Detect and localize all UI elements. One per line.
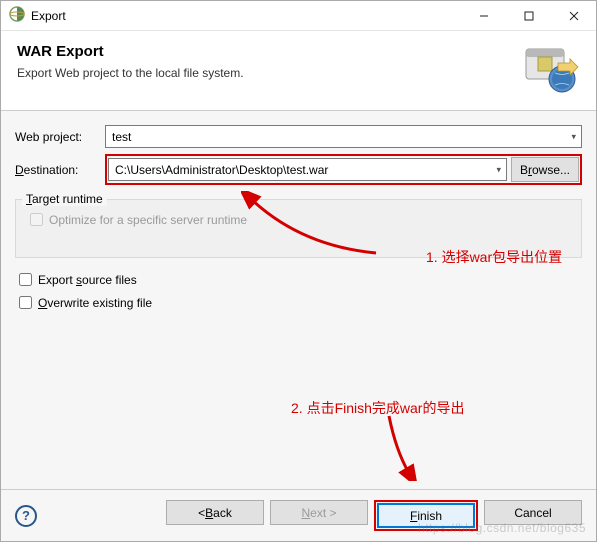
finish-highlight: Finish [374, 500, 478, 531]
optimize-runtime-label: Optimize for a specific server runtime [49, 213, 247, 227]
next-button: Next > [270, 500, 368, 525]
export-source-row[interactable]: Export source files [15, 270, 582, 289]
dialog-header: WAR Export Export Web project to the loc… [1, 31, 596, 111]
dialog-footer: ? < Back Next > Finish Cancel [1, 489, 596, 541]
target-runtime-title: Target runtime [22, 192, 107, 206]
web-project-label: Web project: [15, 130, 105, 144]
dialog-content: Web project: test ▾ Destination: C:\User… [1, 111, 596, 489]
export-source-label: Export source files [38, 273, 137, 287]
minimize-button[interactable] [461, 1, 506, 30]
destination-row: Destination: C:\Users\Administrator\Desk… [15, 154, 582, 185]
overwrite-checkbox[interactable] [19, 296, 32, 309]
overwrite-row[interactable]: Overwrite existing file [15, 293, 582, 312]
export-source-checkbox[interactable] [19, 273, 32, 286]
web-project-value: test [112, 130, 131, 144]
finish-button[interactable]: Finish [377, 503, 475, 528]
options-checks: Export source files Overwrite existing f… [15, 270, 582, 316]
eclipse-icon [9, 6, 25, 25]
cancel-button[interactable]: Cancel [484, 500, 582, 525]
optimize-runtime-row: Optimize for a specific server runtime [26, 210, 571, 229]
button-row: < Back Next > Finish Cancel [166, 500, 582, 531]
dialog-title: WAR Export [17, 43, 520, 60]
maximize-button[interactable] [506, 1, 551, 30]
help-icon[interactable]: ? [15, 505, 37, 527]
destination-value: C:\Users\Administrator\Desktop\test.war [115, 163, 328, 177]
export-dialog: Export WAR Export Export Web project to … [0, 0, 597, 542]
browse-button[interactable]: Browse... [511, 157, 579, 182]
dialog-subtitle: Export Web project to the local file sys… [17, 66, 520, 80]
window-title: Export [31, 9, 66, 23]
web-project-row: Web project: test ▾ [15, 125, 582, 148]
destination-highlight: C:\Users\Administrator\Desktop\test.war … [105, 154, 582, 185]
web-project-combo[interactable]: test ▾ [105, 125, 582, 148]
target-runtime-group: Target runtime Optimize for a specific s… [15, 199, 582, 258]
destination-label: Destination: [15, 163, 105, 177]
optimize-runtime-checkbox [30, 213, 43, 226]
back-button[interactable]: < Back [166, 500, 264, 525]
overwrite-label: Overwrite existing file [38, 296, 152, 310]
chevron-down-icon: ▾ [496, 164, 501, 175]
titlebar: Export [1, 1, 596, 31]
chevron-down-icon: ▾ [571, 131, 576, 142]
window-controls [461, 1, 596, 30]
war-export-icon [520, 41, 580, 96]
destination-combo[interactable]: C:\Users\Administrator\Desktop\test.war … [108, 158, 507, 181]
close-button[interactable] [551, 1, 596, 30]
